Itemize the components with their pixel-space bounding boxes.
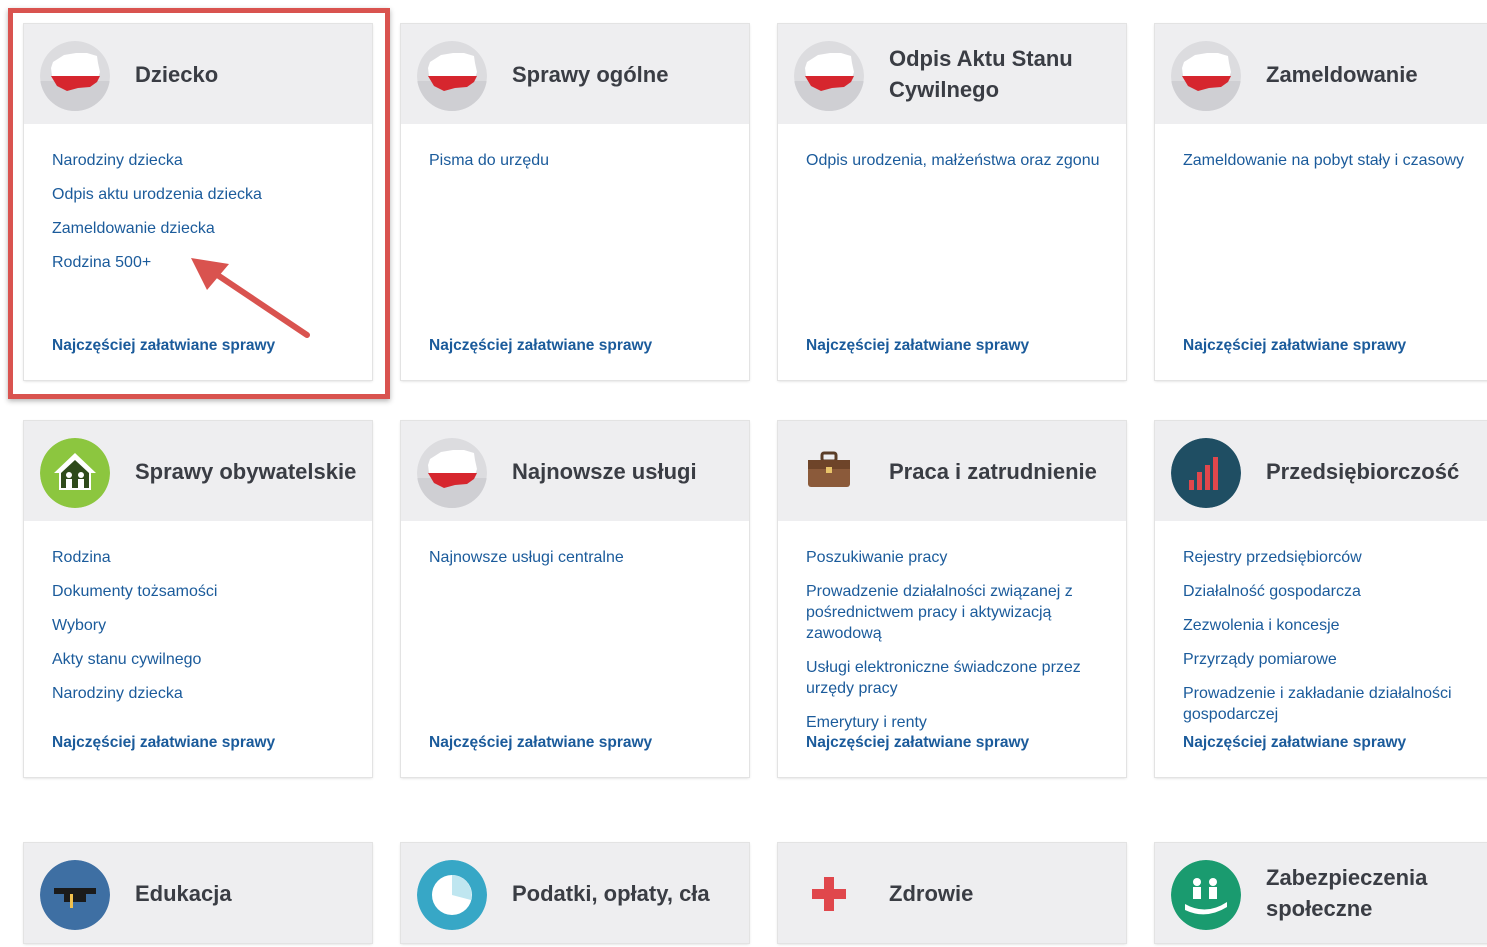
card-title[interactable]: Edukacja (135, 843, 364, 943)
poland-map-icon (1171, 41, 1241, 111)
service-link[interactable]: Narodziny dziecka (52, 150, 352, 171)
service-links: Pisma do urzędu (429, 150, 729, 171)
card-header[interactable]: Przedsiębiorczość (1155, 421, 1487, 521)
card-body: Rodzina Dokumenty tożsamości Wybory Akty st… (24, 521, 372, 777)
card-body: Pisma do urzędu Najczęściej załatwiane sp… (401, 124, 749, 380)
most-common-link[interactable]: Najczęściej załatwiane sprawy (52, 337, 275, 355)
poland-map-icon (40, 41, 110, 111)
most-common-link[interactable]: Najczęściej załatwiane sprawy (1183, 734, 1406, 752)
card-header[interactable]: Zdrowie (778, 843, 1126, 943)
poland-map-icon (794, 41, 864, 111)
medical-cross-icon (794, 860, 864, 930)
card-header[interactable]: Zabezpieczenia społeczne (1155, 843, 1487, 943)
most-common-link[interactable]: Najczęściej załatwiane sprawy (429, 734, 652, 752)
card-title[interactable]: Najnowsze usługi (512, 421, 741, 521)
card-body: Najnowsze usługi centralne Najczęściej za… (401, 521, 749, 777)
service-link[interactable]: Przyrządy pomiarowe (1183, 649, 1483, 670)
card-header[interactable]: Edukacja (24, 843, 372, 943)
service-card-sprawy-ogolne: Sprawy ogólne Pisma do urzędu Najczęściej … (401, 24, 749, 380)
card-header[interactable]: Sprawy obywatelskie (24, 421, 372, 521)
service-link[interactable]: Odpis aktu urodzenia dziecka (52, 184, 352, 205)
card-title[interactable]: Podatki, opłaty, cła (512, 843, 741, 943)
card-header[interactable]: Odpis Aktu Stanu Cywilnego (778, 24, 1126, 124)
service-card-zameldowanie: Zameldowanie Zameldowanie na pobyt stały … (1155, 24, 1487, 380)
service-link[interactable]: Dokumenty tożsamości (52, 581, 352, 602)
card-title[interactable]: Przedsiębiorczość (1266, 421, 1487, 521)
card-title[interactable]: Odpis Aktu Stanu Cywilnego (889, 24, 1118, 124)
card-body: Odpis urodzenia, małżeństwa oraz zgonu Na… (778, 124, 1126, 380)
service-link[interactable]: Zameldowanie na pobyt stały i czasowy (1183, 150, 1483, 171)
card-title[interactable]: Zabezpieczenia społeczne (1266, 843, 1487, 943)
service-link[interactable]: Poszukiwanie pracy (806, 547, 1106, 568)
pie-chart-icon (417, 860, 487, 930)
service-links: Najnowsze usługi centralne (429, 547, 729, 568)
service-link[interactable]: Rodzina (52, 547, 352, 568)
briefcase-icon (794, 438, 864, 508)
graduation-cap-icon (40, 860, 110, 930)
card-body: Zameldowanie na pobyt stały i czasowy Naj… (1155, 124, 1487, 380)
service-link[interactable]: Zameldowanie dziecka (52, 218, 352, 239)
card-title[interactable]: Sprawy ogólne (512, 24, 741, 124)
service-link[interactable]: Akty stanu cywilnego (52, 649, 352, 670)
service-link[interactable]: Pisma do urzędu (429, 150, 729, 171)
service-card-odpis-aktu-stanu-cywilnego: Odpis Aktu Stanu Cywilnego Odpis urodzeni… (778, 24, 1126, 380)
card-header[interactable]: Najnowsze usługi (401, 421, 749, 521)
service-link[interactable]: Zezwolenia i koncesje (1183, 615, 1483, 636)
social-care-icon (1171, 860, 1241, 930)
service-card-dziecko: Dziecko Narodziny dziecka Odpis aktu urodz… (24, 24, 372, 380)
service-card-podatki-oplaty-cla: Podatki, opłaty, cła (401, 843, 749, 943)
card-title[interactable]: Praca i zatrudnienie (889, 421, 1118, 521)
service-link[interactable]: Prowadzenie i zakładanie działalności go… (1183, 683, 1483, 725)
card-title[interactable]: Sprawy obywatelskie (135, 421, 364, 521)
service-links: Rejestry przedsiębiorców Działalność gosp… (1183, 547, 1483, 725)
service-link[interactable]: Najnowsze usługi centralne (429, 547, 729, 568)
service-card-zabezpieczenia-spoleczne: Zabezpieczenia społeczne (1155, 843, 1487, 943)
most-common-link[interactable]: Najczęściej załatwiane sprawy (1183, 337, 1406, 355)
card-title[interactable]: Zdrowie (889, 843, 1118, 943)
family-house-icon (40, 438, 110, 508)
service-link[interactable]: Rejestry przedsiębiorców (1183, 547, 1483, 568)
most-common-link[interactable]: Najczęściej załatwiane sprawy (806, 734, 1029, 752)
service-link[interactable]: Działalność gospodarcza (1183, 581, 1483, 602)
card-title[interactable]: Dziecko (135, 24, 364, 124)
service-card-praca-i-zatrudnienie: Praca i zatrudnienie Poszukiwanie pracy Pr… (778, 421, 1126, 777)
service-card-edukacja: Edukacja (24, 843, 372, 943)
service-link[interactable]: Usługi elektroniczne świadczone przez ur… (806, 657, 1106, 699)
service-link[interactable]: Prowadzenie działalności związanej z poś… (806, 581, 1106, 644)
card-header[interactable]: Sprawy ogólne (401, 24, 749, 124)
service-card-najnowsze-uslugi: Najnowsze usługi Najnowsze usługi central… (401, 421, 749, 777)
poland-map-icon (417, 41, 487, 111)
bar-chart-icon (1171, 438, 1241, 508)
service-link[interactable]: Rodzina 500+ (52, 252, 352, 273)
service-links: Poszukiwanie pracy Prowadzenie działalnoś… (806, 547, 1106, 733)
service-card-przedsiebiorczosc: Przedsiębiorczość Rejestry przedsiębiorcó… (1155, 421, 1487, 777)
service-link[interactable]: Odpis urodzenia, małżeństwa oraz zgonu (806, 150, 1106, 171)
service-card-zdrowie: Zdrowie (778, 843, 1126, 943)
service-links: Odpis urodzenia, małżeństwa oraz zgonu (806, 150, 1106, 171)
card-body: Poszukiwanie pracy Prowadzenie działalnoś… (778, 521, 1126, 777)
most-common-link[interactable]: Najczęściej załatwiane sprawy (429, 337, 652, 355)
card-header[interactable]: Dziecko (24, 24, 372, 124)
most-common-link[interactable]: Najczęściej załatwiane sprawy (52, 734, 275, 752)
most-common-link[interactable]: Najczęściej załatwiane sprawy (806, 337, 1029, 355)
service-links: Zameldowanie na pobyt stały i czasowy (1183, 150, 1483, 171)
card-header[interactable]: Praca i zatrudnienie (778, 421, 1126, 521)
card-body: Rejestry przedsiębiorców Działalność gosp… (1155, 521, 1487, 777)
service-links: Rodzina Dokumenty tożsamości Wybory Akty st… (52, 547, 352, 704)
service-link[interactable]: Emerytury i renty (806, 712, 1106, 733)
service-links: Narodziny dziecka Odpis aktu urodzenia dz… (52, 150, 352, 273)
service-link[interactable]: Narodziny dziecka (52, 683, 352, 704)
service-link[interactable]: Wybory (52, 615, 352, 636)
card-header[interactable]: Zameldowanie (1155, 24, 1487, 124)
card-header[interactable]: Podatki, opłaty, cła (401, 843, 749, 943)
service-card-sprawy-obywatelskie: Sprawy obywatelskie Rodzina Dokumenty tożs… (24, 421, 372, 777)
poland-map-icon (417, 438, 487, 508)
card-title[interactable]: Zameldowanie (1266, 24, 1487, 124)
card-body: Narodziny dziecka Odpis aktu urodzenia dz… (24, 124, 372, 380)
